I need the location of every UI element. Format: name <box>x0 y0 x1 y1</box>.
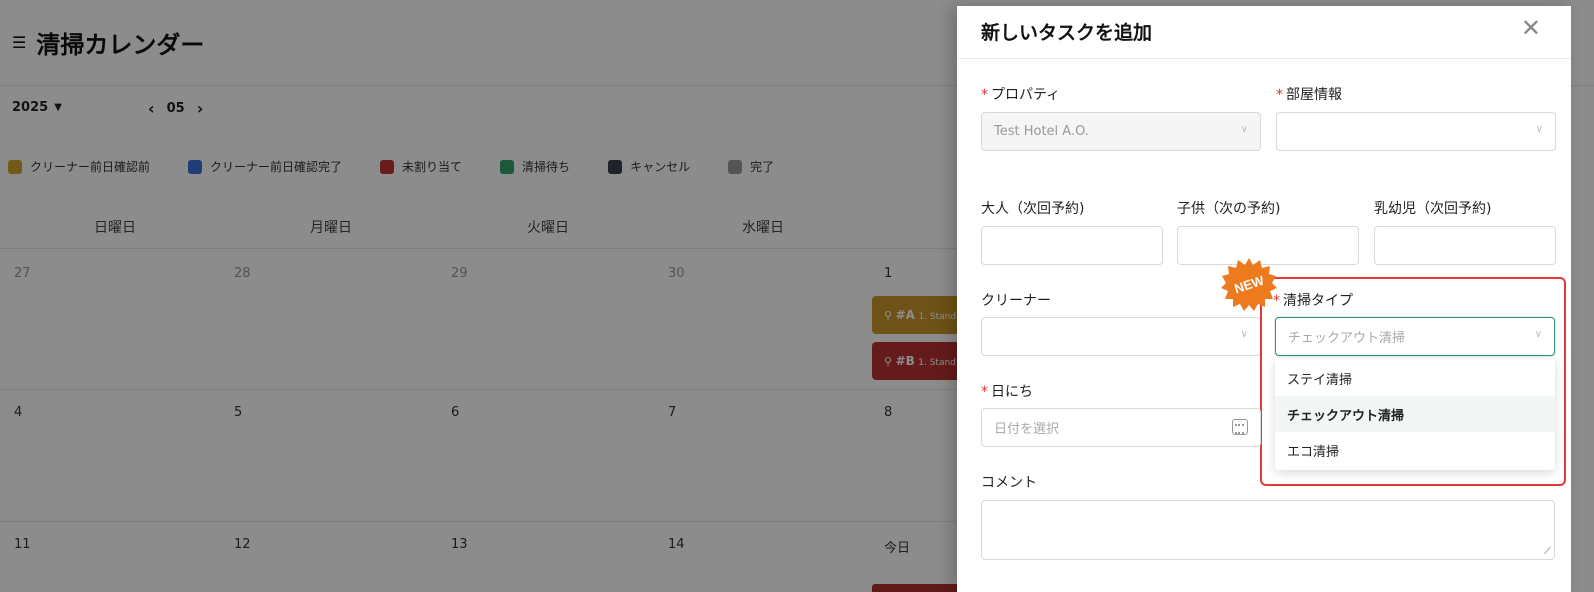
date-label: * 日にち <box>981 381 1033 401</box>
date-label-text: 日にち <box>991 384 1033 400</box>
cleaning-type-dropdown: ステイ清掃 チェックアウト清掃 エコ清掃 <box>1275 358 1555 470</box>
infants-label: 乳幼児（次回予約) <box>1374 201 1492 217</box>
close-icon[interactable]: ✕ <box>1521 16 1541 40</box>
comment-textarea[interactable]: ⟋ <box>981 500 1555 560</box>
cleaning-type-placeholder: チェックアウト清掃 <box>1288 331 1406 346</box>
add-task-drawer: 新しいタスクを追加 ✕ * プロパティ Test Hotel A.O. ∨ * 部屋… <box>957 6 1571 592</box>
cleaning-type-select[interactable]: チェックアウト清掃 ∨ <box>1275 317 1555 356</box>
adults-input[interactable] <box>981 226 1163 265</box>
date-picker-input[interactable]: 日付を選択 <box>981 408 1261 447</box>
drawer-title: 新しいタスクを追加 <box>981 22 1153 44</box>
room-label-text: 部屋情報 <box>1286 87 1342 103</box>
room-select[interactable]: ∨ <box>1276 112 1556 151</box>
resize-handle-icon[interactable]: ⟋ <box>1544 546 1551 557</box>
dropdown-option-checkout[interactable]: チェックアウト清掃 <box>1275 396 1555 432</box>
required-mark: * <box>981 384 988 400</box>
infants-input[interactable] <box>1374 226 1556 265</box>
property-label: * プロパティ <box>981 84 1060 104</box>
cleaning-type-label-text: 清掃タイプ <box>1283 293 1353 309</box>
room-label: * 部屋情報 <box>1276 84 1342 104</box>
cleaner-label: クリーナー <box>981 293 1051 309</box>
calendar-icon[interactable] <box>1232 419 1248 435</box>
property-select[interactable]: Test Hotel A.O. ∨ <box>981 112 1261 151</box>
chevron-down-icon: ∨ <box>1240 124 1248 135</box>
cleaning-type-label: * 清掃タイプ <box>1273 290 1353 310</box>
adults-label: 大人（次回予約) <box>981 201 1085 217</box>
property-value: Test Hotel A.O. <box>994 124 1089 139</box>
date-placeholder: 日付を選択 <box>994 422 1060 437</box>
property-label-text: プロパティ <box>991 87 1061 103</box>
required-mark: * <box>981 87 988 103</box>
drawer-header: 新しいタスクを追加 ✕ <box>957 6 1571 59</box>
dropdown-option-stay[interactable]: ステイ清掃 <box>1275 360 1555 396</box>
required-mark: * <box>1276 87 1283 103</box>
dropdown-option-eco[interactable]: エコ清掃 <box>1275 432 1555 468</box>
new-badge: NEW <box>1221 258 1277 311</box>
chevron-down-icon: ∨ <box>1534 329 1542 340</box>
children-label: 子供（次の予約) <box>1177 201 1281 217</box>
cleaner-select[interactable]: ∨ <box>981 317 1261 356</box>
chevron-down-icon: ∨ <box>1240 329 1248 340</box>
comment-label: コメント <box>981 475 1037 491</box>
chevron-down-icon: ∨ <box>1535 124 1543 135</box>
